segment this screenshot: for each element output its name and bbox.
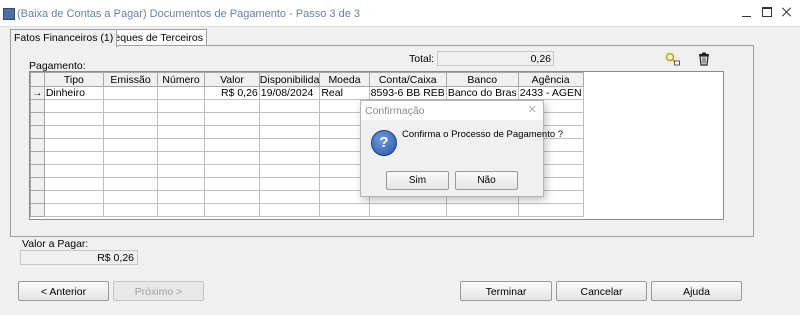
key-add-icon[interactable]: [665, 52, 681, 66]
column-header-disponibilidade[interactable]: Disponibilida: [258, 72, 321, 87]
question-icon: ?: [371, 130, 397, 156]
title-bar: (Baixa de Contas a Pagar) Documentos de …: [0, 0, 800, 27]
close-icon[interactable]: [781, 6, 793, 18]
cell-conta-caixa[interactable]: 8593-6 BB REB: [368, 86, 447, 100]
cell-tipo[interactable]: Dinheiro: [43, 86, 104, 100]
dialog-close-icon[interactable]: ✕: [528, 103, 537, 116]
cell-numero[interactable]: [157, 86, 206, 100]
grid-filler: [583, 72, 723, 87]
column-header-tipo[interactable]: Tipo: [43, 72, 104, 87]
tab-fatos-financeiros[interactable]: Fatos Financeiros (1): [10, 29, 118, 47]
anterior-button[interactable]: < Anterior: [18, 281, 109, 301]
grid-header-row: Tipo Emissão Número Valor Disponibilida …: [30, 72, 723, 87]
total-field: 0,26: [437, 51, 554, 66]
cell-valor[interactable]: R$ 0,26: [204, 86, 260, 100]
valor-a-pagar-field: R$ 0,26: [20, 250, 138, 265]
cell-agencia[interactable]: 2433 - AGEN: [517, 86, 584, 100]
cell-disponibilidade[interactable]: 19/08/2024: [258, 86, 321, 100]
window-title: (Baixa de Contas a Pagar) Documentos de …: [17, 8, 361, 20]
row-indicator-icon: →: [30, 86, 45, 100]
column-header-valor[interactable]: Valor: [204, 72, 260, 87]
nao-button[interactable]: Não: [455, 171, 518, 190]
grid-corner: [30, 72, 45, 87]
cancelar-button[interactable]: Cancelar: [556, 281, 647, 301]
total-label: Total:: [409, 53, 435, 65]
column-header-agencia[interactable]: Agência: [517, 72, 584, 87]
grid-filler: [583, 87, 722, 100]
maximize-icon[interactable]: [761, 6, 773, 18]
dialog-message: Confirma o Processo de Pagamento ?: [402, 129, 564, 140]
dialog-title-bar: Confirmação ✕: [361, 101, 543, 120]
column-header-moeda[interactable]: Moeda: [319, 72, 370, 87]
app-icon: [3, 8, 15, 20]
column-header-emissao[interactable]: Emissão: [102, 72, 159, 87]
trash-icon[interactable]: [696, 52, 712, 66]
column-header-banco[interactable]: Banco: [445, 72, 519, 87]
valor-a-pagar-label: Valor a Pagar:: [22, 238, 89, 250]
ajuda-button[interactable]: Ajuda: [651, 281, 742, 301]
column-header-conta-caixa[interactable]: Conta/Caixa: [368, 72, 447, 87]
confirmation-dialog: Confirmação ✕ ? Confirma o Processo de P…: [360, 100, 563, 197]
cell-moeda[interactable]: Real: [319, 86, 370, 100]
column-header-numero[interactable]: Número: [157, 72, 206, 87]
table-row[interactable]: → Dinheiro R$ 0,26 19/08/2024 Real 8593-…: [30, 86, 723, 100]
minimize-icon[interactable]: [741, 6, 753, 18]
terminar-button[interactable]: Terminar: [460, 281, 552, 301]
dialog-title: Confirmação: [365, 105, 425, 117]
sim-button[interactable]: Sim: [386, 171, 449, 190]
proximo-button[interactable]: Próximo >: [113, 281, 204, 301]
cell-emissao[interactable]: [102, 86, 159, 100]
cell-banco[interactable]: Banco do Bras: [445, 86, 519, 100]
table-row[interactable]: [30, 203, 723, 217]
